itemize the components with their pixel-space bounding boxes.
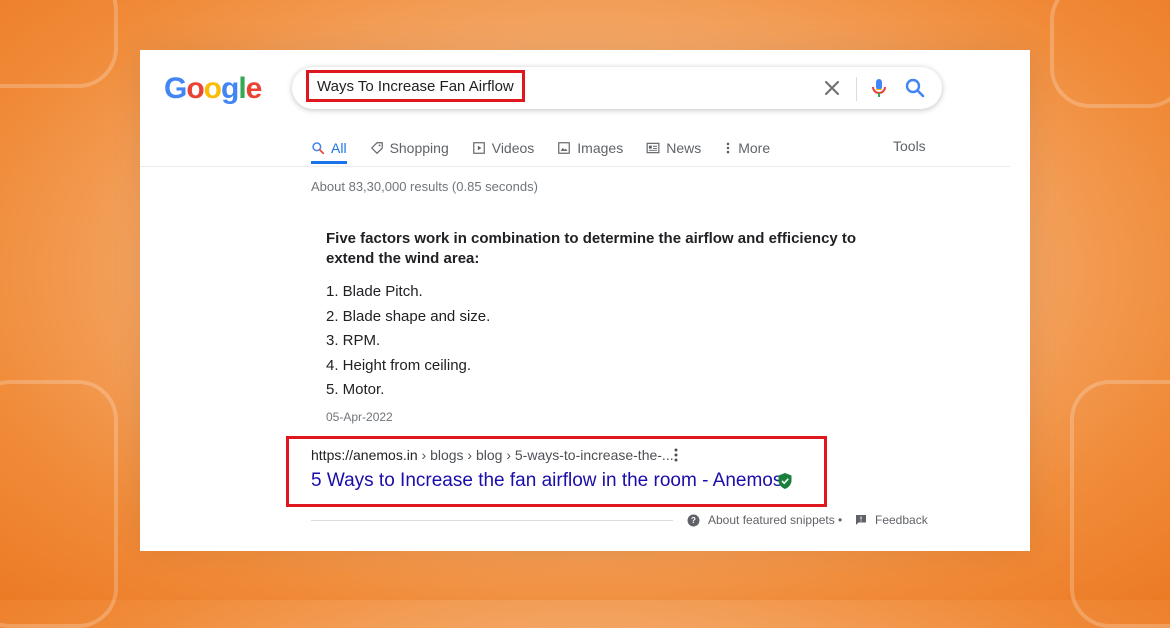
news-icon	[646, 142, 660, 154]
about-label: About featured snippets	[708, 513, 835, 527]
help-icon: ?	[687, 514, 700, 526]
query-highlight: Ways To Increase Fan Airflow	[306, 70, 525, 102]
snippet-list: 1. Blade Pitch. 2. Blade shape and size.…	[326, 282, 490, 405]
tag-icon	[370, 142, 383, 155]
tab-news[interactable]: News	[646, 136, 701, 160]
active-tab-indicator	[311, 161, 347, 164]
svg-text:?: ?	[691, 516, 696, 525]
search-icon	[312, 142, 325, 155]
list-item: 3. RPM.	[326, 332, 381, 349]
list-item: 4. Height from ceiling.	[326, 356, 472, 374]
background-decoration	[0, 0, 118, 88]
list-item: 1. Blade Pitch.	[326, 283, 423, 300]
background-decoration	[1070, 380, 1170, 628]
tab-label: More	[738, 140, 771, 156]
play-icon	[472, 142, 485, 154]
image-icon	[558, 142, 571, 154]
url-path: › blogs › blog › 5-ways-to-increase-the-…	[417, 447, 674, 463]
result-stats: About 83,30,000 results (0.85 seconds)	[311, 179, 538, 194]
header-divider	[140, 166, 1010, 167]
search-icon[interactable]	[903, 76, 927, 100]
background-decoration	[1050, 0, 1170, 108]
snippet-heading: Five factors work in combination to dete…	[326, 230, 857, 267]
tab-more[interactable]: More	[724, 136, 770, 160]
tab-images[interactable]: Images	[557, 136, 623, 160]
search-tabs: All Shopping Videos Images News More	[311, 136, 793, 160]
list-item: 2. Blade shape and size.	[326, 307, 491, 325]
close-icon[interactable]	[820, 76, 844, 100]
more-vertical-icon[interactable]	[670, 447, 682, 463]
breadcrumb[interactable]: https://anemos.in › blogs › blog › 5-way…	[311, 447, 674, 463]
result-title-link[interactable]: 5 Ways to Increase the fan airflow in th…	[311, 470, 782, 492]
verified-shield-icon	[778, 473, 792, 489]
tab-shopping[interactable]: Shopping	[370, 136, 449, 160]
url-domain: https://anemos.in	[311, 447, 418, 463]
search-input[interactable]: Ways To Increase Fan Airflow	[317, 78, 514, 95]
tab-label: News	[666, 140, 702, 156]
snippet-date: 05-Apr-2022	[326, 410, 393, 424]
tab-all[interactable]: All	[311, 136, 347, 160]
footer-separator: •	[838, 513, 843, 527]
mic-icon[interactable]	[867, 76, 891, 100]
list-item: 5. Motor.	[326, 381, 385, 398]
footer-divider	[311, 520, 673, 521]
about-featured-snippets-link[interactable]: ? About featured snippets	[687, 513, 835, 527]
background-decoration	[0, 380, 118, 628]
feedback-icon	[856, 515, 866, 525]
feedback-link[interactable]: Feedback	[855, 513, 928, 527]
tab-label: Images	[577, 140, 624, 156]
search-results-card: Google Ways To Increase Fan Airflow All	[140, 50, 1030, 551]
tab-label: Videos	[491, 140, 535, 156]
search-divider	[856, 77, 857, 101]
tab-label: Shopping	[389, 140, 449, 156]
tools-button[interactable]: Tools	[893, 138, 926, 154]
google-logo[interactable]: Google	[164, 72, 262, 106]
search-box[interactable]: Ways To Increase Fan Airflow	[292, 67, 942, 109]
more-vertical-icon	[726, 142, 730, 154]
tab-label: All	[331, 140, 347, 156]
tab-videos[interactable]: Videos	[472, 136, 535, 160]
feedback-label: Feedback	[875, 513, 928, 527]
